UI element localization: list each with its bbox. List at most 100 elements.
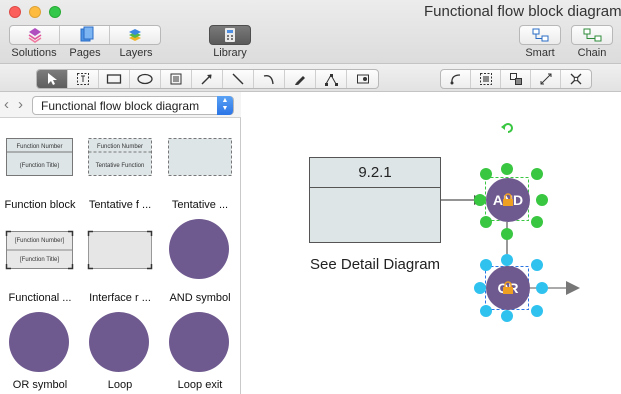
text-box-tool[interactable] [68, 70, 99, 88]
library-item-label: Function block [4, 199, 76, 211]
chain-connect-tool[interactable] [531, 70, 561, 88]
minimize-window-button[interactable] [29, 6, 41, 18]
zoom-window-button[interactable] [49, 6, 61, 18]
chain-label: Chain [577, 47, 607, 59]
layers-icon [129, 29, 141, 41]
interface-reference-shape [87, 230, 153, 270]
library-item-tentative[interactable]: Tentative ... [160, 137, 240, 211]
rectangle-icon [106, 74, 122, 84]
functional-reference-shape: [Function Number] [Function Title] [5, 230, 74, 270]
and-resize-handle[interactable] [501, 163, 513, 175]
library-item-label: OR symbol [12, 379, 68, 391]
connection-tools-group [440, 69, 592, 89]
arrow-line-tool[interactable] [192, 70, 223, 88]
disconnect-tool[interactable] [561, 70, 591, 88]
functional-bottom-text: [Function Title] [20, 257, 59, 263]
or-resize-handle[interactable] [531, 305, 543, 317]
forward-arrow-icon[interactable]: › [18, 96, 23, 113]
or-resize-handle[interactable] [536, 282, 548, 294]
drawing-canvas[interactable]: 9.2.1 See Detail Diagram AND OR [242, 92, 621, 394]
ungroup-tool[interactable] [501, 70, 531, 88]
connector-icon [450, 74, 460, 85]
line-tool[interactable] [223, 70, 254, 88]
library-item-label: Interface r ... [89, 292, 151, 304]
or-resize-handle[interactable] [501, 310, 513, 322]
tentative-shape [168, 138, 232, 176]
output-arrowhead-icon [566, 281, 580, 295]
connector-tool[interactable] [441, 70, 471, 88]
select-stepper-icon: ▲ ▼ [217, 96, 233, 115]
library-item-functional[interactable]: [Function Number] [Function Title] Funct… [0, 230, 80, 304]
bezier-tool[interactable] [316, 70, 347, 88]
library-item-function-block[interactable]: Function Number (Function Title) Functio… [0, 137, 80, 211]
chain-connector-icon [583, 28, 602, 42]
and-resize-handle[interactable] [480, 216, 492, 228]
view-segmented-control [9, 25, 161, 45]
pen-tool[interactable] [285, 70, 316, 88]
or-lock-icon [503, 281, 513, 294]
select-tool[interactable] [37, 70, 68, 88]
and-lock-icon [503, 193, 513, 206]
rectangle-tool[interactable] [99, 70, 130, 88]
tentative-function-top-text: Function Number [97, 144, 143, 150]
window-title: Functional flow block diagram - E [424, 3, 621, 20]
tentative-function-bottom-text: Tentative Function [96, 163, 145, 169]
library-item-label: Functional ... [8, 292, 72, 304]
arrow-line-icon [201, 74, 212, 85]
table-tool[interactable] [161, 70, 192, 88]
text-box-icon [77, 73, 89, 85]
library-select[interactable]: Functional flow block diagram ▲ ▼ [32, 96, 234, 115]
or-resize-handle[interactable] [501, 254, 513, 266]
ungroup-icon [509, 73, 522, 85]
library-item-interface-reference[interactable]: Interface r ... [80, 230, 160, 304]
disconnect-icon [570, 73, 582, 85]
and-resize-handle[interactable] [480, 168, 492, 180]
function-block-shape: Function Number (Function Title) [6, 138, 73, 176]
back-arrow-icon[interactable]: ‹ [4, 96, 9, 113]
layers-button[interactable] [110, 26, 160, 44]
and-symbol-shape [169, 219, 229, 279]
close-window-button[interactable] [9, 6, 21, 18]
smart-button[interactable] [519, 25, 561, 45]
library-item-tentative-function[interactable]: Function Number Tentative Function Tenta… [80, 137, 160, 211]
library-panel: ‹ › Functional flow block diagram ▲ ▼ Fun… [0, 92, 241, 394]
tentative-function-shape: Function Number Tentative Function [88, 138, 152, 176]
ellipse-icon [137, 73, 153, 85]
drawing-tools-bar [0, 64, 621, 92]
library-item-label: Loop exit [177, 379, 223, 391]
shape-insert-tool[interactable] [347, 70, 378, 88]
bezier-icon [325, 73, 338, 86]
chain-button[interactable] [571, 25, 613, 45]
arc-tool[interactable] [254, 70, 285, 88]
library-button[interactable] [209, 25, 251, 45]
and-resize-handle[interactable] [501, 228, 513, 240]
function-block-bottom-text: (Function Title) [20, 163, 60, 169]
and-resize-handle[interactable] [536, 194, 548, 206]
function-block-top-text: Function Number [16, 144, 62, 150]
pages-label: Pages [69, 47, 101, 59]
solutions-label: Solutions [11, 47, 57, 59]
and-resize-handle[interactable] [474, 194, 486, 206]
ellipse-tool[interactable] [130, 70, 161, 88]
or-resize-handle[interactable] [531, 259, 543, 271]
rotate-arrow-icon [501, 124, 505, 130]
chain-connect-icon [540, 73, 551, 85]
loop-shape [89, 312, 149, 372]
and-resize-handle[interactable] [531, 216, 543, 228]
drawing-tools-group [36, 69, 379, 89]
group-icon [479, 73, 492, 85]
pen-icon [295, 76, 305, 85]
or-resize-handle[interactable] [480, 259, 492, 271]
library-calculator-icon [225, 28, 235, 42]
or-resize-handle[interactable] [474, 282, 486, 294]
select-icon [48, 73, 57, 85]
or-resize-handle[interactable] [480, 305, 492, 317]
library-select-value: Functional flow block diagram [41, 99, 200, 113]
solutions-icon [28, 28, 42, 43]
and-resize-handle[interactable] [531, 168, 543, 180]
or-symbol-shape [9, 312, 69, 372]
solutions-button[interactable] [10, 26, 60, 44]
pages-button[interactable] [60, 26, 110, 44]
group-tool[interactable] [471, 70, 501, 88]
library-item-label: AND symbol [169, 292, 231, 304]
